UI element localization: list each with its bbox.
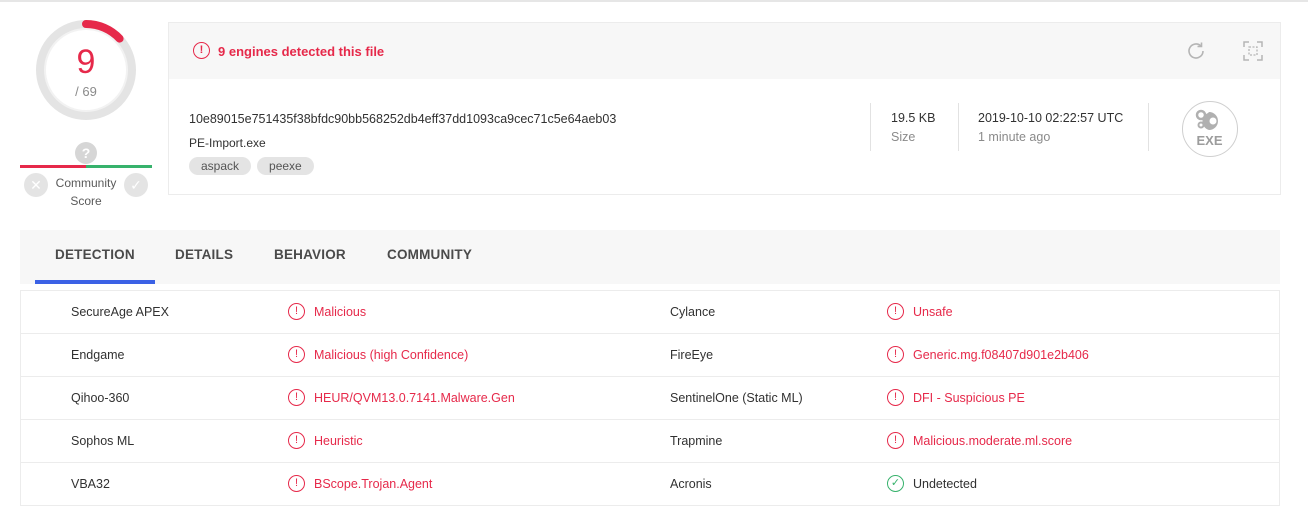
detection-result: Heuristic bbox=[314, 434, 363, 448]
community-score-label: Community Score bbox=[55, 176, 117, 208]
analysis-date: 2019-10-10 02:22:57 UTC bbox=[978, 111, 1124, 125]
engine-name: Cylance bbox=[670, 305, 716, 319]
meta-divider bbox=[958, 103, 959, 151]
malicious-icon: ! bbox=[288, 475, 305, 492]
table-row: SecureAge APEX ! Malicious Cylance ! Uns… bbox=[21, 291, 1279, 334]
tag-peexe[interactable]: peexe bbox=[257, 157, 314, 175]
file-size-value: 19.5 KB bbox=[891, 111, 936, 125]
similar-files-icon[interactable] bbox=[1243, 41, 1263, 61]
tab-detection[interactable]: DETECTION bbox=[55, 247, 135, 262]
file-type-badge: EXE bbox=[1182, 101, 1238, 157]
active-tab-indicator bbox=[35, 280, 155, 284]
table-row: VBA32 ! BScope.Trojan.Agent Acronis ✓ Un… bbox=[21, 463, 1279, 506]
tab-behavior[interactable]: BEHAVIOR bbox=[274, 247, 346, 262]
gears-icon bbox=[1195, 109, 1218, 130]
engine-name: VBA32 bbox=[71, 477, 110, 491]
tab-details[interactable]: DETAILS bbox=[175, 247, 233, 262]
engine-name: Acronis bbox=[670, 477, 712, 491]
malicious-icon: ! bbox=[288, 303, 305, 320]
detection-score-gauge: 9 / 69 bbox=[34, 18, 138, 122]
detection-result: Undetected bbox=[913, 477, 977, 491]
alert-icon: ! bbox=[193, 42, 210, 59]
table-row: Endgame ! Malicious (high Confidence) Fi… bbox=[21, 334, 1279, 377]
engine-name: SecureAge APEX bbox=[71, 305, 169, 319]
detection-result: Generic.mg.f08407d901e2b406 bbox=[913, 348, 1089, 362]
malicious-icon: ! bbox=[887, 346, 904, 363]
detection-result: HEUR/QVM13.0.7141.Malware.Gen bbox=[314, 391, 515, 405]
vote-harmless-icon[interactable]: ✓ bbox=[124, 173, 148, 197]
community-bar-harmless bbox=[86, 165, 152, 168]
file-size-label: Size bbox=[891, 130, 916, 144]
engine-name: Trapmine bbox=[670, 434, 723, 448]
engine-name: Endgame bbox=[71, 348, 125, 362]
detection-result: Unsafe bbox=[913, 305, 953, 319]
tab-community[interactable]: COMMUNITY bbox=[387, 247, 472, 262]
tag-aspack[interactable]: aspack bbox=[189, 157, 252, 175]
engine-name: Sophos ML bbox=[71, 434, 135, 448]
file-summary-card: ! 9 engines detected this file 10e89015e… bbox=[168, 22, 1281, 195]
malicious-icon: ! bbox=[288, 346, 305, 363]
malicious-icon: ! bbox=[288, 389, 305, 406]
malicious-icon: ! bbox=[288, 432, 305, 449]
malicious-icon: ! bbox=[887, 303, 904, 320]
engine-total: / 69 bbox=[75, 84, 97, 99]
engine-name: SentinelOne (Static ML) bbox=[670, 391, 803, 405]
detection-result: Malicious bbox=[314, 305, 367, 319]
malicious-icon: ! bbox=[887, 432, 904, 449]
detection-table: SecureAge APEX ! Malicious Cylance ! Uns… bbox=[20, 290, 1280, 506]
analysis-date-relative: 1 minute ago bbox=[978, 130, 1051, 144]
malicious-icon: ! bbox=[887, 389, 904, 406]
alert-banner: ! 9 engines detected this file bbox=[169, 23, 1280, 79]
table-row: Qihoo-360 ! HEUR/QVM13.0.7141.Malware.Ge… bbox=[21, 377, 1279, 420]
detection-result: DFI - Suspicious PE bbox=[913, 391, 1025, 405]
top-divider bbox=[0, 0, 1308, 2]
file-name: PE-Import.exe bbox=[189, 136, 266, 150]
vote-malicious-icon[interactable]: ✕ bbox=[24, 173, 48, 197]
question-icon[interactable]: ? bbox=[75, 142, 97, 164]
meta-divider bbox=[870, 103, 871, 151]
detection-result: BScope.Trojan.Agent bbox=[314, 477, 433, 491]
reanalyze-icon[interactable] bbox=[1185, 40, 1207, 62]
engine-name: Qihoo-360 bbox=[71, 391, 130, 405]
meta-divider bbox=[1148, 103, 1149, 151]
detection-result: Malicious (high Confidence) bbox=[314, 348, 469, 362]
detection-result: Malicious.moderate.ml.score bbox=[913, 434, 1073, 448]
file-tags: aspack peexe bbox=[189, 157, 314, 175]
community-bar-malicious bbox=[20, 165, 86, 168]
detection-count: 9 bbox=[76, 43, 96, 81]
alert-text: 9 engines detected this file bbox=[218, 44, 385, 59]
community-score: ? ✕ Community Score ✓ bbox=[20, 142, 152, 212]
table-row: Sophos ML ! Heuristic Trapmine ! Malicio… bbox=[21, 420, 1279, 463]
undetected-icon: ✓ bbox=[887, 475, 904, 492]
file-hash[interactable]: 10e89015e751435f38bfdc90bb568252db4eff37… bbox=[189, 112, 616, 126]
file-type-label: EXE bbox=[1196, 133, 1223, 148]
engine-name: FireEye bbox=[670, 348, 714, 362]
report-tabs: DETECTION DETAILS BEHAVIOR COMMUNITY bbox=[20, 230, 1280, 284]
